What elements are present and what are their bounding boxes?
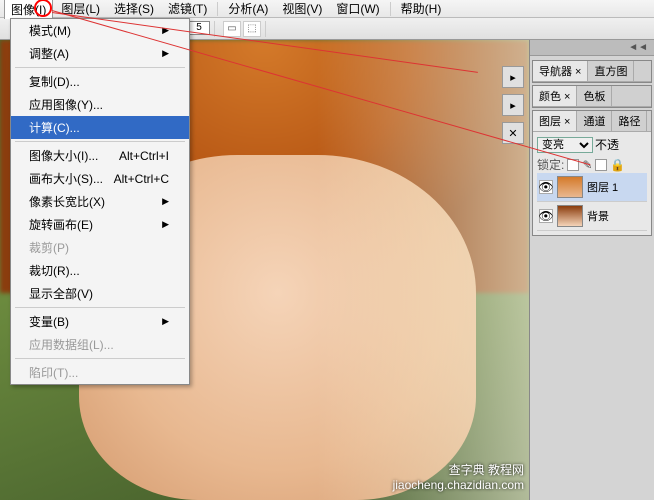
- panels-dock: ◄◄ ▸ ▸ ✕ 导航器 × 直方图 颜色 × 色板 图层 × 通道 路径 变亮…: [529, 40, 654, 500]
- tab-navigator[interactable]: 导航器 ×: [533, 61, 588, 81]
- strip-expand-icon[interactable]: ▸: [502, 94, 524, 116]
- tab-paths[interactable]: 路径: [612, 111, 647, 131]
- menu-mode[interactable]: 模式(M)▶: [11, 19, 189, 42]
- menu-help[interactable]: 帮助(H): [395, 0, 448, 18]
- layer-row[interactable]: 👁 图层 1: [537, 173, 647, 202]
- visibility-eye-icon[interactable]: 👁: [539, 180, 553, 194]
- collapse-bar[interactable]: ◄◄: [530, 40, 654, 56]
- menu-adjustments[interactable]: 调整(A)▶: [11, 42, 189, 65]
- menu-trim[interactable]: 裁切(R)...: [11, 259, 189, 282]
- strip-expand-icon[interactable]: ▸: [502, 66, 524, 88]
- menu-image[interactable]: 图像(I): [4, 0, 53, 19]
- blend-mode-select[interactable]: 变亮: [537, 137, 593, 153]
- menu-view[interactable]: 视图(V): [276, 0, 328, 18]
- tab-layers[interactable]: 图层 ×: [533, 111, 577, 131]
- menu-select[interactable]: 选择(S): [108, 0, 160, 18]
- menu-separator: [390, 2, 391, 16]
- menu-separator: [217, 2, 218, 16]
- submenu-arrow-icon: ▶: [162, 219, 169, 230]
- menu-apply-dataset: 应用数据组(L)...: [11, 333, 189, 356]
- submenu-arrow-icon: ▶: [162, 25, 169, 36]
- layer-name[interactable]: 图层 1: [587, 179, 618, 195]
- navigator-panel: 导航器 × 直方图: [532, 60, 652, 83]
- submenu-arrow-icon: ▶: [162, 316, 169, 327]
- menu-variables[interactable]: 变量(B)▶: [11, 310, 189, 333]
- lock-all-icon[interactable]: 🔒: [610, 158, 625, 172]
- menu-apply-image[interactable]: 应用图像(Y)...: [11, 93, 189, 116]
- tab-swatches[interactable]: 色板: [577, 86, 612, 106]
- layer-thumbnail[interactable]: [557, 205, 583, 227]
- menu-layer[interactable]: 图层(L): [55, 0, 106, 18]
- menu-duplicate[interactable]: 复制(D)...: [11, 70, 189, 93]
- lock-pixels-icon[interactable]: ✎: [582, 158, 592, 172]
- lock-label: 锁定:: [537, 156, 564, 173]
- menu-trap: 陷印(T)...: [11, 361, 189, 384]
- submenu-arrow-icon: ▶: [162, 196, 169, 207]
- lock-position-icon[interactable]: [595, 159, 607, 171]
- strip-close-icon[interactable]: ✕: [502, 122, 524, 144]
- opacity-label: 不透: [595, 136, 619, 153]
- lock-transparency-icon[interactable]: [567, 159, 579, 171]
- color-panel: 颜色 × 色板: [532, 85, 652, 108]
- menu-canvas-size[interactable]: 画布大小(S)...Alt+Ctrl+C: [11, 167, 189, 190]
- tab-color[interactable]: 颜色 ×: [533, 86, 577, 106]
- layer-row[interactable]: 👁 背景: [537, 202, 647, 231]
- option-icon[interactable]: ⬚: [243, 21, 261, 37]
- tab-channels[interactable]: 通道: [577, 111, 612, 131]
- menu-rotate-canvas[interactable]: 旋转画布(E)▶: [11, 213, 189, 236]
- watermark: 查字典 教程网 jiaocheng.chazidian.com: [393, 463, 524, 494]
- menu-window[interactable]: 窗口(W): [330, 0, 385, 18]
- submenu-arrow-icon: ▶: [162, 48, 169, 59]
- menu-bar: 图像(I) 图层(L) 选择(S) 滤镜(T) 分析(A) 视图(V) 窗口(W…: [0, 0, 654, 18]
- image-menu-dropdown: 模式(M)▶ 调整(A)▶ 复制(D)... 应用图像(Y)... 计算(C).…: [10, 18, 190, 385]
- panel-strip: ▸ ▸ ✕: [502, 62, 528, 148]
- tab-histogram[interactable]: 直方图: [588, 61, 634, 81]
- option-value[interactable]: 5: [188, 21, 210, 35]
- menu-calculations[interactable]: 计算(C)...: [11, 116, 189, 139]
- menu-crop: 裁剪(P): [11, 236, 189, 259]
- visibility-eye-icon[interactable]: 👁: [539, 209, 553, 223]
- layer-thumbnail[interactable]: [557, 176, 583, 198]
- menu-image-size[interactable]: 图像大小(I)...Alt+Ctrl+I: [11, 144, 189, 167]
- menu-reveal-all[interactable]: 显示全部(V): [11, 282, 189, 305]
- menu-filter[interactable]: 滤镜(T): [162, 0, 213, 18]
- layer-name[interactable]: 背景: [587, 208, 609, 224]
- layers-panel: 图层 × 通道 路径 变亮 不透 锁定: ✎ 🔒 👁 图层 1 👁: [532, 110, 652, 236]
- option-icon[interactable]: ▭: [223, 21, 241, 37]
- menu-analysis[interactable]: 分析(A): [222, 0, 274, 18]
- menu-pixel-aspect[interactable]: 像素长宽比(X)▶: [11, 190, 189, 213]
